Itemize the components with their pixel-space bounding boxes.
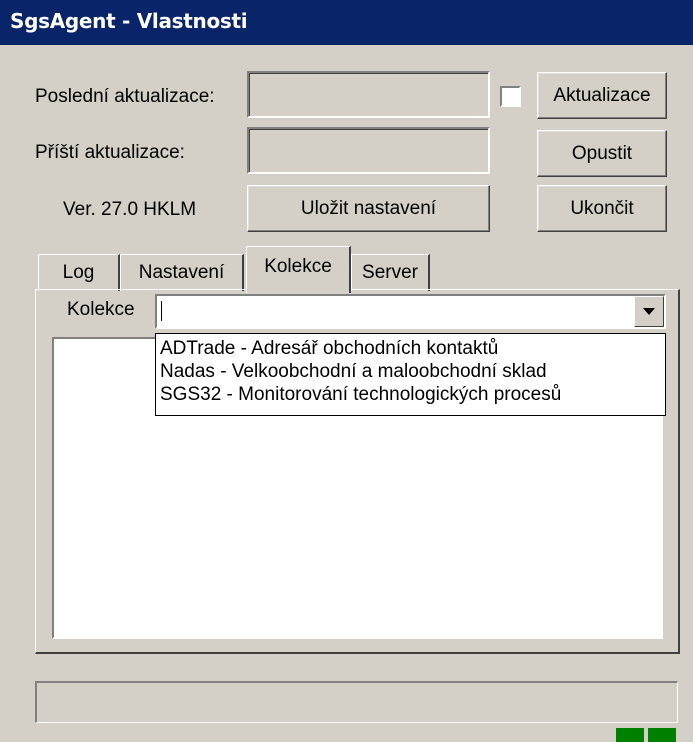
window-title: SgsAgent - Vlastnosti [10,9,248,33]
tab-server[interactable]: Server [351,254,430,291]
status-bar [35,681,678,723]
title-bar: SgsAgent - Vlastnosti [0,0,693,45]
chevron-down-icon [643,308,655,315]
update-button[interactable]: Aktualizace [537,72,667,119]
tab-nastaveni[interactable]: Nastavení [120,254,244,291]
next-update-label: Příští aktualizace: [35,142,185,163]
dropdown-option[interactable]: ADTrade - Adresář obchodních kontaktů [156,337,665,360]
next-update-field [247,127,490,174]
active-tab-joiner [248,288,349,291]
last-update-field [247,71,490,118]
collection-combo-label: Kolekce [67,299,135,320]
exit-button[interactable]: Ukončit [537,185,667,232]
tab-log[interactable]: Log [38,254,120,291]
version-label: Ver. 27.0 HKLM [63,199,197,220]
combo-dropdown-button[interactable] [634,296,664,327]
text-caret [161,301,162,321]
last-update-label: Poslední aktualizace: [35,86,215,107]
collection-dropdown[interactable]: ADTrade - Adresář obchodních kontaktů Na… [155,333,666,416]
status-indicator-right [648,728,676,742]
status-indicator-left [616,728,644,742]
dropdown-option[interactable]: Nadas - Velkoobchodní a maloobchodní skl… [156,360,665,383]
dropdown-option[interactable]: SGS32 - Monitorování technologických pro… [156,383,665,406]
tab-kolekce[interactable]: Kolekce [246,246,351,293]
save-settings-button[interactable]: Uložit nastavení [247,185,490,232]
collection-combo[interactable] [155,294,666,329]
leave-button[interactable]: Opustit [537,130,667,177]
auto-update-checkbox[interactable] [500,86,521,107]
